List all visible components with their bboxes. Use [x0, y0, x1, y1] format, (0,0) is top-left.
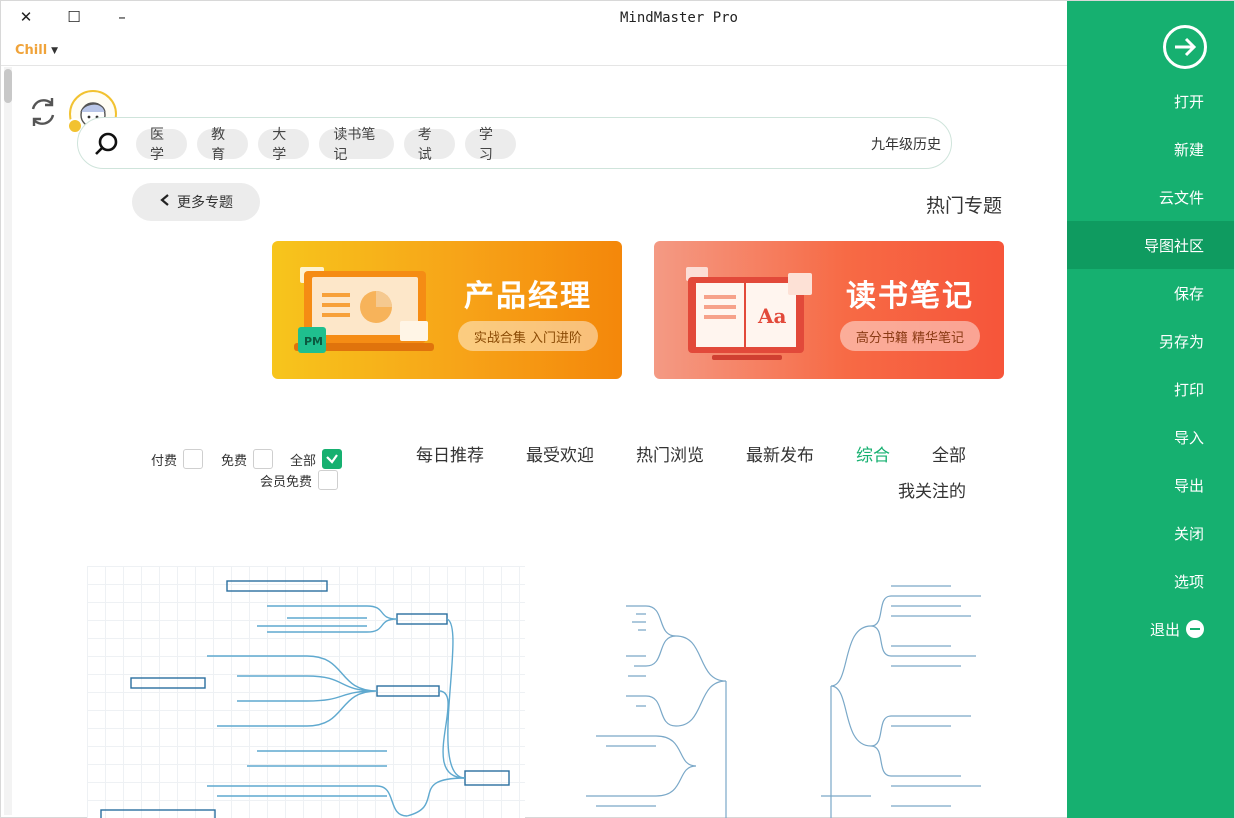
tab-most-popular[interactable]: 最受欢迎: [526, 441, 594, 466]
reading-art-text: Aa: [757, 304, 787, 328]
chevron-left-icon: [159, 193, 171, 211]
menu-item-save-as[interactable]: 另存为: [1067, 317, 1234, 365]
banner-reading-notes[interactable]: Aa 读书笔记 高分书籍 精华笔记: [654, 241, 1004, 379]
menu-item-close[interactable]: 关闭: [1067, 509, 1234, 557]
search-tag-list: 学习 考试 读书笔记 大学 教育 医学: [136, 127, 516, 163]
paid-checkbox[interactable]: 付费: [151, 449, 204, 469]
menu-item-options[interactable]: 选项: [1067, 557, 1234, 605]
vertical-scrollbar[interactable]: [4, 67, 12, 815]
tab-following[interactable]: 我关注的: [898, 477, 966, 502]
refresh-icon[interactable]: [26, 95, 60, 129]
tab-all[interactable]: 全部: [932, 441, 966, 466]
menu-item-label: 导图社区: [1143, 236, 1204, 255]
menu-item-save[interactable]: 保存: [1067, 269, 1234, 317]
window-title: MindMaster Pro: [619, 10, 738, 26]
banner-subtitle: 高分书籍 精华笔记: [839, 321, 980, 351]
checkbox-box: [318, 470, 339, 490]
section-title: 热门专题: [925, 195, 1002, 217]
menu-item-label: 保存: [1173, 284, 1204, 303]
menu-item-label: 云文件: [1158, 188, 1204, 207]
menu-item-exit[interactable]: 退出: [1067, 605, 1234, 653]
menu-item-label: 另存为: [1158, 332, 1204, 351]
search-input[interactable]: [621, 130, 941, 158]
menu-item-label: 选项: [1173, 572, 1204, 591]
search-tag[interactable]: 医学: [136, 127, 188, 163]
menu-item-import[interactable]: 导入: [1067, 413, 1234, 461]
member-free-label: 会员免费: [260, 474, 313, 490]
tab-daily-recommend[interactable]: 每日推荐: [416, 441, 484, 466]
file-menu-panel: 打开 新建 云文件 导图社区 保存 另存为 打印 导入 导出 关闭 选项 退出: [1067, 1, 1234, 818]
search-tag[interactable]: 教育: [197, 127, 249, 163]
search-tag[interactable]: 考试: [403, 127, 455, 163]
search-tag[interactable]: 读书笔记: [319, 127, 394, 163]
paid-label: 付费: [151, 453, 178, 469]
menu-item-export[interactable]: 导出: [1067, 461, 1234, 509]
theme-selector[interactable]: Chill ▼: [15, 43, 58, 58]
banner-title: 读书笔记: [846, 279, 974, 314]
free-label: 免费: [221, 453, 248, 469]
tab-latest[interactable]: 最新发布: [746, 441, 814, 466]
free-checkbox[interactable]: 免费: [221, 449, 274, 469]
banner-product-manager[interactable]: PM 产品经理 实战合集 入门进阶: [272, 241, 622, 379]
menu-item-community[interactable]: 导图社区: [1067, 221, 1234, 269]
mindmap-thumbnail[interactable]: [811, 566, 1006, 818]
menu-item-cloud-files[interactable]: 云文件: [1067, 173, 1234, 221]
search-tag[interactable]: 学习: [464, 127, 516, 163]
banner-title: 产品经理: [464, 279, 592, 314]
menu-item-label: 新建: [1173, 140, 1204, 159]
book-illustration-icon: Aa: [676, 263, 816, 367]
member-free-checkbox[interactable]: 会员免费: [260, 470, 339, 490]
menu-item-new[interactable]: 新建: [1067, 125, 1234, 173]
mindmap-thumbnail[interactable]: [566, 566, 766, 818]
all-checkbox[interactable]: 全部: [290, 449, 343, 469]
menu-item-label: 导入: [1173, 428, 1204, 447]
search-icon[interactable]: [94, 131, 120, 157]
all-label: 全部: [290, 453, 317, 469]
back-arrow-icon[interactable]: [1163, 25, 1207, 69]
scrollbar-thumb[interactable]: [4, 69, 12, 103]
banner-subtitle: 实战合集 入门进阶: [457, 321, 598, 351]
caret-down-icon: ▼: [51, 45, 59, 56]
menu-item-print[interactable]: 打印: [1067, 365, 1234, 413]
checkbox-box: [183, 449, 204, 469]
tab-general[interactable]: 综合: [856, 441, 890, 466]
search-bar: 学习 考试 读书笔记 大学 教育 医学: [77, 117, 952, 169]
checkmark-icon: [322, 449, 343, 469]
menu-item-label: 导出: [1173, 476, 1204, 495]
mindmap-thumbnail[interactable]: [87, 566, 525, 818]
filter-tabs: 每日推荐 最受欢迎 热门浏览 最新发布 综合 全部: [416, 441, 966, 466]
menu-item-label: 退出: [1149, 620, 1180, 639]
menu-item-label: 打开: [1173, 92, 1204, 111]
checkbox-box: [253, 449, 274, 469]
minus-circle-icon: [1186, 620, 1204, 638]
more-topics-label: 更多专题: [177, 195, 233, 211]
pm-art-text: PM: [304, 335, 323, 348]
theme-label: Chill: [15, 43, 48, 58]
app-window: ✕ ☐ – MindMaster Pro Chill ▼ 学习 考试 读书笔记 …: [0, 0, 1235, 818]
header-divider: [1, 65, 1068, 66]
menu-item-label: 关闭: [1173, 524, 1204, 543]
menu-item-label: 打印: [1173, 380, 1204, 399]
tab-hot-views[interactable]: 热门浏览: [636, 441, 704, 466]
laptop-chart-illustration-icon: PM: [294, 263, 434, 367]
more-topics-button[interactable]: 更多专题: [132, 183, 260, 221]
search-tag[interactable]: 大学: [258, 127, 310, 163]
side-menu-list: 打开 新建 云文件 导图社区 保存 另存为 打印 导入 导出 关闭 选项 退出: [1067, 77, 1234, 653]
menu-item-open[interactable]: 打开: [1067, 77, 1234, 125]
